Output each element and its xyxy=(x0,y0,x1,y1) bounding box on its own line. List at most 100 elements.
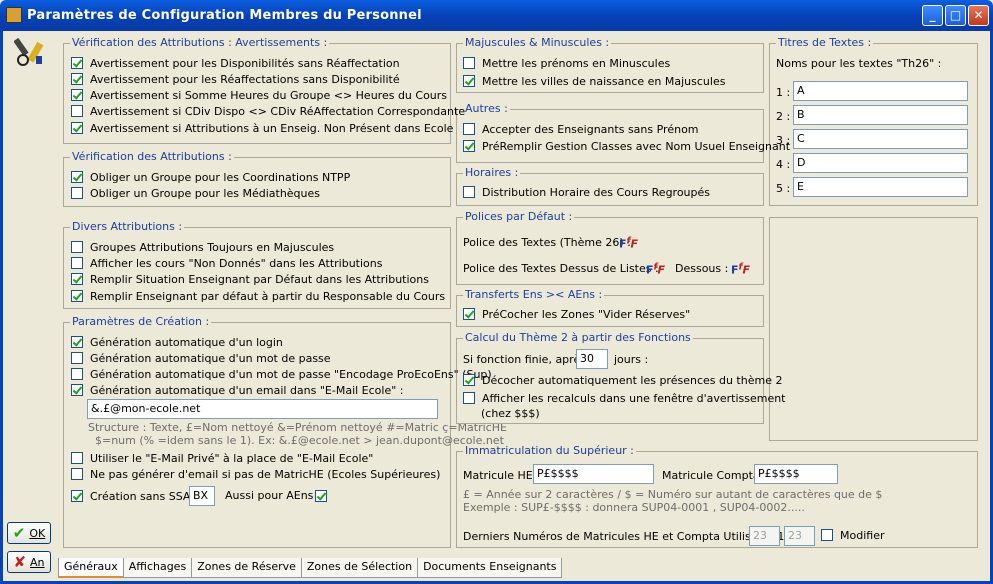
checkbox-label: Génération automatique d'un email dans "… xyxy=(90,383,404,397)
font-dessus-icon[interactable]: FfF xyxy=(646,261,665,277)
chez-label: (chez $$$) xyxy=(481,407,540,420)
creation-checkbox-1[interactable]: Génération automatique d'un login xyxy=(71,335,283,349)
modifier-checkbox[interactable]: Modifier xyxy=(821,528,884,542)
checkbox-box xyxy=(71,468,83,480)
aens-label: Aussi pour AEns : xyxy=(225,489,321,502)
ssa-input[interactable]: BX xyxy=(189,486,215,506)
minimize-button[interactable]: _ xyxy=(922,5,943,26)
close-button[interactable]: ✕ xyxy=(968,5,989,26)
checkbox-label: Avertissement si CDiv Dispo <> CDiv RéAf… xyxy=(90,104,466,118)
tab-1[interactable]: Généraux xyxy=(58,558,124,578)
checkbox-box xyxy=(463,392,475,404)
warn-checkbox-1[interactable]: Avertissement pour les Disponibilités sa… xyxy=(71,56,400,70)
dernier-compta-input[interactable]: 23 xyxy=(784,526,815,546)
group-title: Divers Attributions : xyxy=(70,220,185,233)
group-title: Titres de Textes : xyxy=(776,36,874,49)
tab-3[interactable]: Zones de Réserve xyxy=(191,558,302,578)
checkbox-box xyxy=(71,384,83,396)
tools-icon xyxy=(13,36,46,68)
police-dessous-label: Dessous : xyxy=(675,262,729,275)
aens-checkbox[interactable] xyxy=(315,489,334,503)
titre-input-1[interactable]: A xyxy=(793,81,968,101)
checkbox-label: Obliger un Groupe pour les Coordinations… xyxy=(90,170,351,184)
tab-5[interactable]: Documents Enseignants xyxy=(417,558,563,578)
tab-2[interactable]: Affichages xyxy=(122,558,193,578)
checkbox-label: Avertissement pour les Disponibilités sa… xyxy=(90,56,400,70)
creation-extra-checkbox-1[interactable]: Utiliser le "E-Mail Privé" à la place de… xyxy=(71,451,373,465)
window-title: Paramètres de Configuration Membres du P… xyxy=(27,8,422,23)
warn-checkbox-5[interactable]: Avertissement si Attributions à un Ensei… xyxy=(71,121,453,135)
group-title: Vérification des Attributions : xyxy=(70,150,234,163)
jours-input[interactable]: 30 xyxy=(576,349,608,369)
autres-checkbox-2[interactable]: PréRemplir Gestion Classes avec Nom Usue… xyxy=(463,139,790,153)
checkbox-box xyxy=(821,529,833,541)
group-title: Vérification des Attributions : Avertiss… xyxy=(70,36,330,49)
checkbox-label: Décocher automatiquement les présences d… xyxy=(482,373,783,387)
maj-checkbox-2[interactable]: Mettre les villes de naissance en Majusc… xyxy=(463,74,725,88)
checkbox-box xyxy=(71,352,83,364)
checkbox-box xyxy=(71,452,83,464)
checkbox-box xyxy=(463,308,475,320)
creation-checkbox-3[interactable]: Génération automatique d'un mot de passe… xyxy=(71,367,492,381)
group-title: Horaires : xyxy=(463,166,521,179)
divers-checkbox-2[interactable]: Afficher les cours "Non Donnés" dans les… xyxy=(71,256,382,270)
calcul-checkbox-1[interactable]: Décocher automatiquement les présences d… xyxy=(463,373,782,387)
checkbox-label: Ne pas générer d'email si pas de MatricH… xyxy=(90,467,441,481)
matricule-he-label: Matricule HE : xyxy=(463,469,540,482)
dernier-he-input[interactable]: 23 xyxy=(749,526,780,546)
checkbox-label: Remplir Enseignant par défaut à partir d… xyxy=(90,289,446,303)
divers-checkbox-4[interactable]: Remplir Enseignant par défaut à partir d… xyxy=(71,289,445,303)
tab-bar: Généraux Affichages Zones de Réserve Zones … xyxy=(58,558,563,578)
checkbox-box xyxy=(463,123,475,135)
creation-checkbox-4[interactable]: Génération automatique d'un email dans "… xyxy=(71,383,404,397)
matricule-compta-label: Matricule Compta : xyxy=(662,469,767,482)
verif-checkbox-1[interactable]: Obliger un Groupe pour les Coordinations… xyxy=(71,170,350,184)
font-textes-icon[interactable]: FfF xyxy=(619,235,638,251)
ok-button[interactable]: ✔ OK xyxy=(7,522,51,544)
transferts-checkbox-1[interactable]: PréCocher les Zones "Vider Réserves" xyxy=(463,307,690,321)
checkbox-label: Remplir Situation Enseignant par Défaut … xyxy=(90,272,429,286)
checkbox-label: Avertissement si Attributions à un Ensei… xyxy=(90,121,454,135)
checkbox-box xyxy=(71,273,83,285)
checkbox-box xyxy=(71,89,83,101)
font-dessous-icon[interactable]: FfF xyxy=(731,261,750,277)
email-template-input[interactable]: &.£@mon-ecole.net xyxy=(87,399,438,419)
divers-checkbox-1[interactable]: Groupes Attributions Toujours en Majuscu… xyxy=(71,240,334,254)
tab-4[interactable]: Zones de Sélection xyxy=(300,558,419,578)
titres-subtitle: Noms pour les textes "Th26" : xyxy=(776,57,942,70)
police-dessus-label: Police des Textes Dessus de Listes : xyxy=(463,262,659,275)
verif-checkbox-2[interactable]: Obliger un Groupe pour les Médiathèques xyxy=(71,186,320,200)
checkbox-box xyxy=(71,187,83,199)
cancel-button[interactable]: ✘ An xyxy=(7,551,51,573)
ssa-checkbox[interactable]: Création sans SSA : xyxy=(71,489,198,503)
checkbox-label: Utiliser le "E-Mail Privé" à la place de… xyxy=(90,451,374,465)
checkbox-label: Avertissement si Somme Heures du Groupe … xyxy=(90,88,448,102)
checkbox-box xyxy=(71,122,83,134)
creation-extra-checkbox-2[interactable]: Ne pas générer d'email si pas de MatricH… xyxy=(71,467,440,481)
warn-checkbox-4[interactable]: Avertissement si CDiv Dispo <> CDiv RéAf… xyxy=(71,104,465,118)
warn-checkbox-2[interactable]: Avertissement pour les Réaffectations sa… xyxy=(71,72,400,86)
autres-checkbox-1[interactable]: Accepter des Enseignants sans Prénom xyxy=(463,122,699,136)
group-title: Paramètres de Création : xyxy=(70,315,212,328)
maj-checkbox-1[interactable]: Mettre les prénoms en Minuscules xyxy=(463,56,670,70)
titre-input-2[interactable]: B xyxy=(793,105,968,125)
matricule-compta-input[interactable]: P£$$$$ xyxy=(754,464,838,484)
checkbox-box xyxy=(463,186,475,198)
si-fonction-label: Si fonction finie, après xyxy=(463,353,586,366)
matricule-he-input[interactable]: P£$$$$ xyxy=(533,464,654,484)
divers-checkbox-3[interactable]: Remplir Situation Enseignant par Défaut … xyxy=(71,272,429,286)
maximize-button[interactable]: □ xyxy=(945,5,966,26)
titre-input-5[interactable]: E xyxy=(793,177,968,197)
calcul-checkbox-2[interactable]: Afficher les recalculs dans une fenêtre … xyxy=(463,391,786,405)
titre-input-3[interactable]: C xyxy=(793,129,968,149)
checkbox-label: Génération automatique d'un login xyxy=(90,335,283,349)
warn-checkbox-3[interactable]: Avertissement si Somme Heures du Groupe … xyxy=(71,88,447,102)
horaires-checkbox-1[interactable]: Distribution Horaire des Cours Regroupés xyxy=(463,185,710,199)
structure-help-1: Structure : Texte, £=Nom nettoyé &=Préno… xyxy=(88,421,507,434)
checkbox-label: Mettre les villes de naissance en Majusc… xyxy=(482,74,726,88)
titre-input-4[interactable]: D xyxy=(793,153,968,173)
creation-checkbox-2[interactable]: Génération automatique d'un mot de passe xyxy=(71,351,331,365)
checkbox-label: Obliger un Groupe pour les Médiathèques xyxy=(90,186,321,200)
checkbox-box xyxy=(71,490,83,502)
checkbox-box xyxy=(71,290,83,302)
